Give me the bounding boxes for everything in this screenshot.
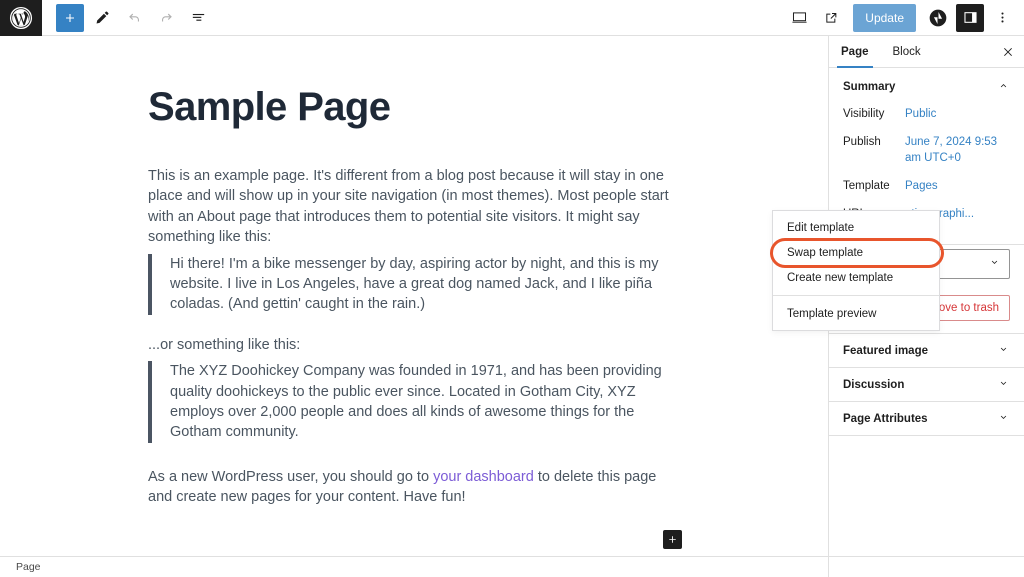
wordpress-block-editor: Update Sample Page This is an example pa…	[0, 0, 1024, 577]
summary-section-header[interactable]: Summary	[829, 68, 1024, 106]
quote-block-1[interactable]: Hi there! I'm a bike messenger by day, a…	[148, 253, 686, 315]
visibility-label: Visibility	[843, 108, 885, 120]
template-value[interactable]: Pages	[905, 178, 938, 194]
paragraph-block-3[interactable]: As a new WordPress user, you should go t…	[148, 467, 682, 508]
block-inserter-button[interactable]	[56, 3, 84, 32]
editor-toolbar: Update	[0, 0, 1024, 36]
block-appender-button[interactable]	[663, 529, 682, 549]
editor-canvas[interactable]: Sample Page This is an example page. It'…	[0, 36, 828, 556]
wordpress-logo-icon[interactable]	[0, 0, 42, 36]
panel-discussion[interactable]: Discussion	[829, 367, 1024, 401]
list-view-icon[interactable]	[184, 4, 212, 32]
chevron-down-icon	[997, 411, 1010, 427]
close-icon[interactable]	[992, 36, 1024, 67]
visibility-value[interactable]: Public	[905, 106, 936, 122]
sidebar-toggle-icon[interactable]	[956, 3, 984, 32]
menu-item-swap-template[interactable]: Swap template	[773, 240, 939, 265]
paragraph-block-1[interactable]: This is an example page. It's different …	[148, 166, 682, 248]
undo-arrow-icon[interactable]	[120, 4, 148, 32]
summary-row-visibility: Visibility Public	[843, 106, 1010, 122]
dashboard-link[interactable]: your dashboard	[433, 469, 534, 485]
menu-separator	[773, 295, 939, 296]
external-link-icon[interactable]	[817, 4, 845, 32]
template-actions-menu: Edit template Swap template Create new t…	[772, 210, 940, 331]
publish-label: Publish	[843, 136, 881, 148]
tab-block[interactable]: Block	[881, 36, 933, 67]
block-appender-row	[148, 529, 682, 549]
menu-item-create-new-template[interactable]: Create new template	[773, 265, 939, 290]
jetpack-icon[interactable]	[924, 4, 952, 32]
sidebar-footer	[828, 556, 1024, 577]
panel-page-attributes[interactable]: Page Attributes	[829, 401, 1024, 435]
featured-image-label: Featured image	[843, 344, 928, 357]
editor-statusbar: Page	[0, 556, 828, 577]
chevron-up-icon	[997, 79, 1010, 95]
chevron-down-icon	[997, 377, 1010, 393]
toolbar-right-group: Update	[785, 3, 1024, 32]
summary-title: Summary	[843, 80, 896, 93]
summary-row-publish: Publish June 7, 2024 9:53 am UTC+0	[843, 134, 1010, 166]
kebab-menu-icon[interactable]	[988, 4, 1016, 32]
menu-item-template-preview[interactable]: Template preview	[773, 301, 939, 326]
paragraph-3-text-before: As a new WordPress user, you should go t…	[148, 468, 434, 485]
publish-value[interactable]: June 7, 2024 9:53 am UTC+0	[905, 134, 1010, 166]
chevron-down-icon	[988, 256, 1001, 272]
summary-row-template: Template Pages	[843, 178, 1010, 194]
menu-item-edit-template[interactable]: Edit template	[773, 215, 939, 240]
quote-block-2[interactable]: The XYZ Doohickey Company was founded in…	[148, 361, 686, 443]
pencil-icon[interactable]	[88, 4, 116, 32]
statusbar-breadcrumb[interactable]: Page	[16, 561, 41, 573]
desktop-icon[interactable]	[785, 4, 813, 32]
chevron-down-icon	[997, 343, 1010, 359]
quote-text-1: Hi there! I'm a bike messenger by day, a…	[170, 255, 659, 313]
redo-arrow-icon[interactable]	[152, 4, 180, 32]
update-button[interactable]: Update	[853, 3, 916, 32]
post-content: Sample Page This is an example page. It'…	[0, 36, 828, 549]
panel-featured-image[interactable]: Featured image	[829, 333, 1024, 367]
page-attributes-label: Page Attributes	[843, 412, 928, 425]
paragraph-block-2[interactable]: ...or something like this:	[148, 335, 682, 355]
sidebar-tabs: Page Block	[829, 36, 1024, 68]
quote-text-2: The XYZ Doohickey Company was founded in…	[170, 363, 662, 441]
page-title[interactable]: Sample Page	[148, 84, 828, 130]
discussion-label: Discussion	[843, 378, 905, 391]
template-label: Template	[843, 180, 890, 192]
sidebar-divider-bottom	[829, 435, 1024, 436]
tab-page[interactable]: Page	[829, 36, 881, 68]
toolbar-left-group	[42, 3, 212, 32]
